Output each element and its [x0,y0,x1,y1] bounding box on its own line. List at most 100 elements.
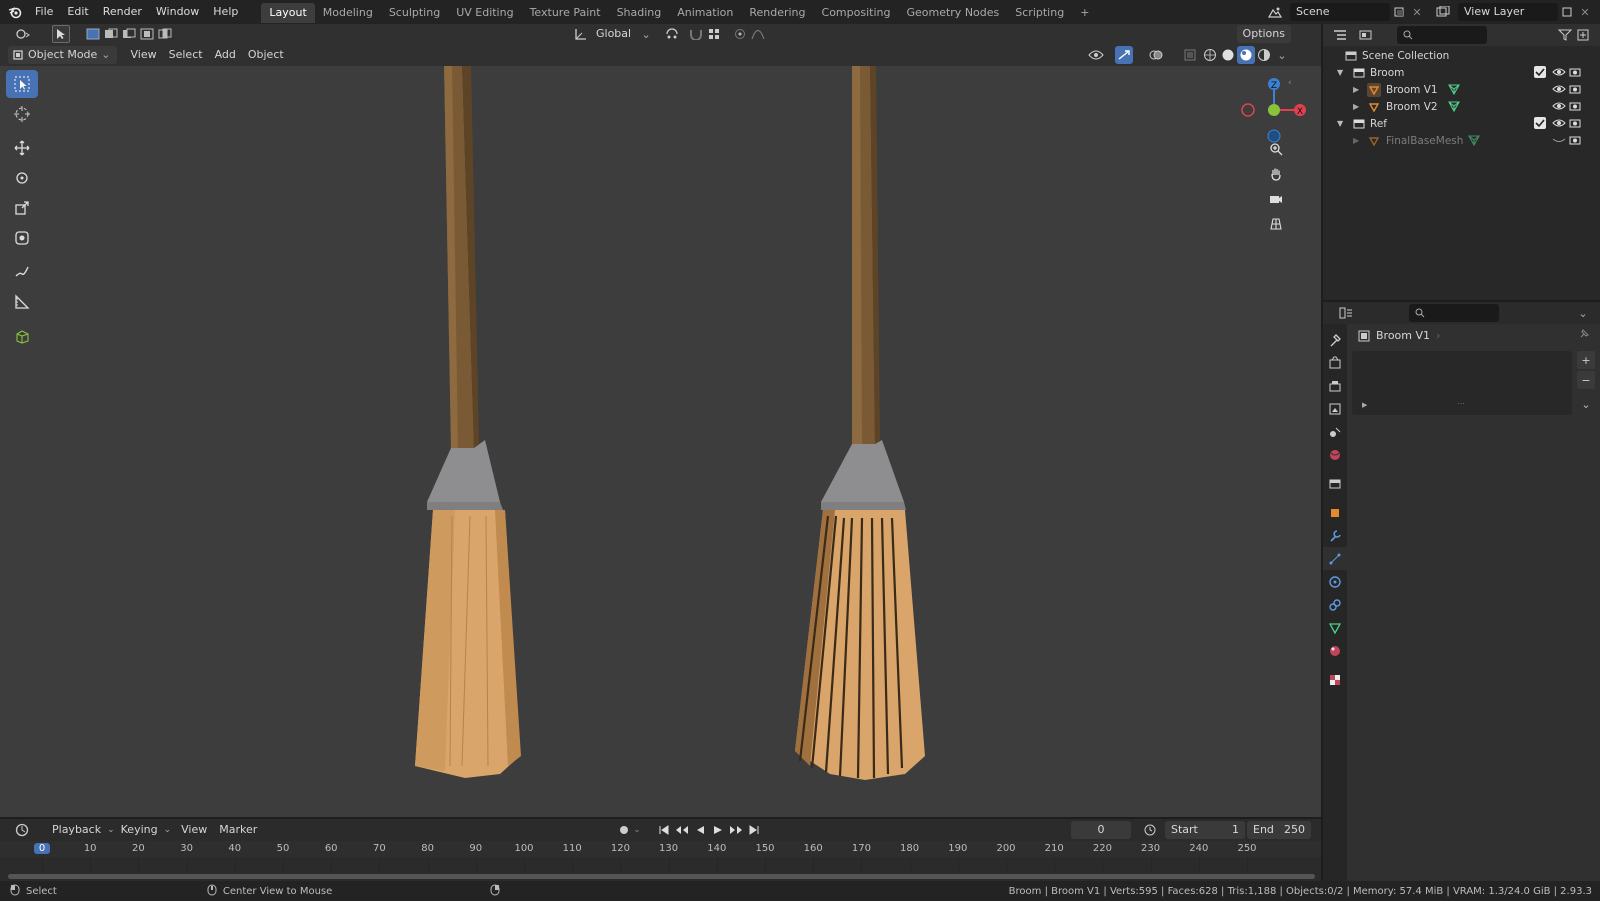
editor-type-icon[interactable] [10,25,36,43]
tab-rendering[interactable]: Rendering [741,3,813,23]
select-box-tool-icon[interactable] [6,70,38,98]
expand-arrow-icon[interactable]: ▶ [1353,102,1363,111]
start-frame-field[interactable]: Start 1 [1165,821,1245,839]
tab-data[interactable] [1323,616,1347,639]
select-intersect-icon[interactable] [156,25,174,43]
menu-window[interactable]: Window [149,0,206,24]
camera-icon[interactable] [1568,116,1582,133]
end-frame-field[interactable]: End 250 [1247,821,1311,839]
tab-constraints[interactable] [1323,593,1347,616]
tab-layout[interactable]: Layout [261,3,315,23]
tree-row-broom-v1[interactable]: ▶ Broom V1 [1323,81,1600,98]
tab-view-layer[interactable] [1323,397,1347,420]
tab-tool[interactable] [1323,328,1347,351]
outliner-search-input[interactable] [1397,26,1487,44]
mesh-data-icon[interactable] [1448,83,1460,98]
sidebar-toggle-icon[interactable]: ‹ [1288,78,1292,88]
zoom-icon[interactable] [1265,138,1287,160]
tree-row-scene-collection[interactable]: Scene Collection [1323,47,1600,64]
list-resize-handle-icon[interactable]: ⋯ [1457,399,1465,408]
eye-closed-icon[interactable] [1552,133,1566,150]
menu-timeline-view[interactable]: View [175,821,213,839]
camera-view-icon[interactable] [1265,188,1287,210]
perspective-grid-icon[interactable] [1265,213,1287,235]
expand-arrow-icon[interactable]: ▶ [1362,401,1367,409]
menu-help[interactable]: Help [206,0,245,24]
menu-file[interactable]: File [28,0,60,24]
tab-scripting[interactable]: Scripting [1007,3,1072,23]
material-preview-shading-icon[interactable] [1237,46,1255,64]
list-specials-chevron-icon[interactable]: ⌄ [1577,395,1595,413]
play-reverse-icon[interactable] [691,821,709,839]
object-mode-dropdown[interactable]: Object Mode ⌄ [8,46,117,64]
particle-systems-list[interactable]: ▶ ⋯ [1352,351,1572,415]
3d-viewport[interactable]: Z X ‹ [0,66,1321,817]
mesh-data-icon[interactable] [1468,134,1480,149]
tab-collection[interactable] [1323,472,1347,495]
auto-keying-icon[interactable] [615,821,633,839]
pivot-point-icon[interactable] [663,25,681,43]
view-layer-icon[interactable] [1434,3,1452,21]
tree-row-ref[interactable]: ▼ Ref [1323,115,1600,132]
measure-tool-icon[interactable] [6,288,38,316]
rendered-shading-icon[interactable] [1255,46,1273,64]
eye-icon[interactable] [1552,99,1566,116]
expand-arrow-icon[interactable]: ▼ [1337,68,1347,77]
scale-tool-icon[interactable] [6,194,38,222]
frame-ruler[interactable]: 0 10 20 30 40 50 60 70 80 90 100 110 120 130 140 150 160… [0,841,1321,857]
preview-range-clock-icon[interactable] [1141,821,1159,839]
new-scene-icon[interactable] [1390,3,1408,21]
proportional-falloff-icon[interactable] [749,25,767,43]
xray-icon[interactable] [1181,46,1199,64]
expand-arrow-icon[interactable]: ▶ [1353,85,1363,94]
tab-compositing[interactable]: Compositing [814,3,899,23]
delete-scene-icon[interactable]: ✕ [1408,3,1426,21]
rotate-tool-icon[interactable] [6,164,38,192]
transform-tool-icon[interactable] [6,224,38,252]
current-frame-field[interactable]: 0 [1071,821,1131,839]
menu-keying[interactable]: Keying [115,821,164,839]
tab-texture-paint[interactable]: Texture Paint [522,3,609,23]
view-layer-selector[interactable]: View Layer [1458,3,1558,21]
timeline-area[interactable]: 0 10 20 30 40 50 60 70 80 90 100 110 120 130 140 150 160… [0,841,1321,881]
transform-orientation-dropdown[interactable]: Global [590,25,637,43]
visibility-selectability-icon[interactable] [1087,46,1105,64]
tab-output[interactable] [1323,374,1347,397]
tab-sculpting[interactable]: Sculpting [381,3,448,23]
select-tool-icon[interactable] [52,25,70,43]
show-overlays-icon[interactable] [1147,46,1165,64]
tab-geometry-nodes[interactable]: Geometry Nodes [898,3,1007,23]
properties-search-input[interactable] [1409,304,1499,322]
jump-to-start-icon[interactable] [655,821,673,839]
tree-row-broom[interactable]: ▼ Broom [1323,64,1600,81]
show-gizmo-icon[interactable] [1115,46,1133,64]
exclude-checkbox[interactable] [1534,117,1546,129]
mesh-data-icon[interactable] [1448,100,1460,115]
delete-view-layer-icon[interactable]: ✕ [1576,3,1594,21]
menu-marker[interactable]: Marker [213,821,263,839]
tab-material[interactable] [1323,639,1347,662]
new-view-layer-icon[interactable] [1558,3,1576,21]
tab-modifiers[interactable] [1323,524,1347,547]
eye-icon[interactable] [1552,116,1566,133]
jump-to-keyframe-next-icon[interactable] [727,821,745,839]
tab-scene[interactable] [1323,420,1347,443]
select-extend-icon[interactable] [102,25,120,43]
tree-row-finalbasemesh[interactable]: ▶ FinalBaseMesh [1323,132,1600,149]
add-slot-button[interactable]: + [1577,351,1595,369]
tab-shading[interactable]: Shading [609,3,670,23]
camera-icon[interactable] [1568,65,1582,82]
outliner-editor-type-icon[interactable] [1327,26,1353,44]
timeline-editor-type-icon[interactable] [10,821,34,839]
scene-selector[interactable]: Scene [1290,3,1390,21]
tab-render[interactable] [1323,351,1347,374]
menu-view[interactable]: View [125,46,163,64]
select-invert-icon[interactable] [138,25,156,43]
tab-world[interactable] [1323,443,1347,466]
scene-icon[interactable] [1266,3,1284,21]
select-new-icon[interactable] [84,25,102,43]
menu-select[interactable]: Select [163,46,209,64]
add-cube-tool-icon[interactable] [6,322,38,350]
snap-increment-icon[interactable] [705,25,723,43]
remove-slot-button[interactable]: − [1577,371,1595,389]
